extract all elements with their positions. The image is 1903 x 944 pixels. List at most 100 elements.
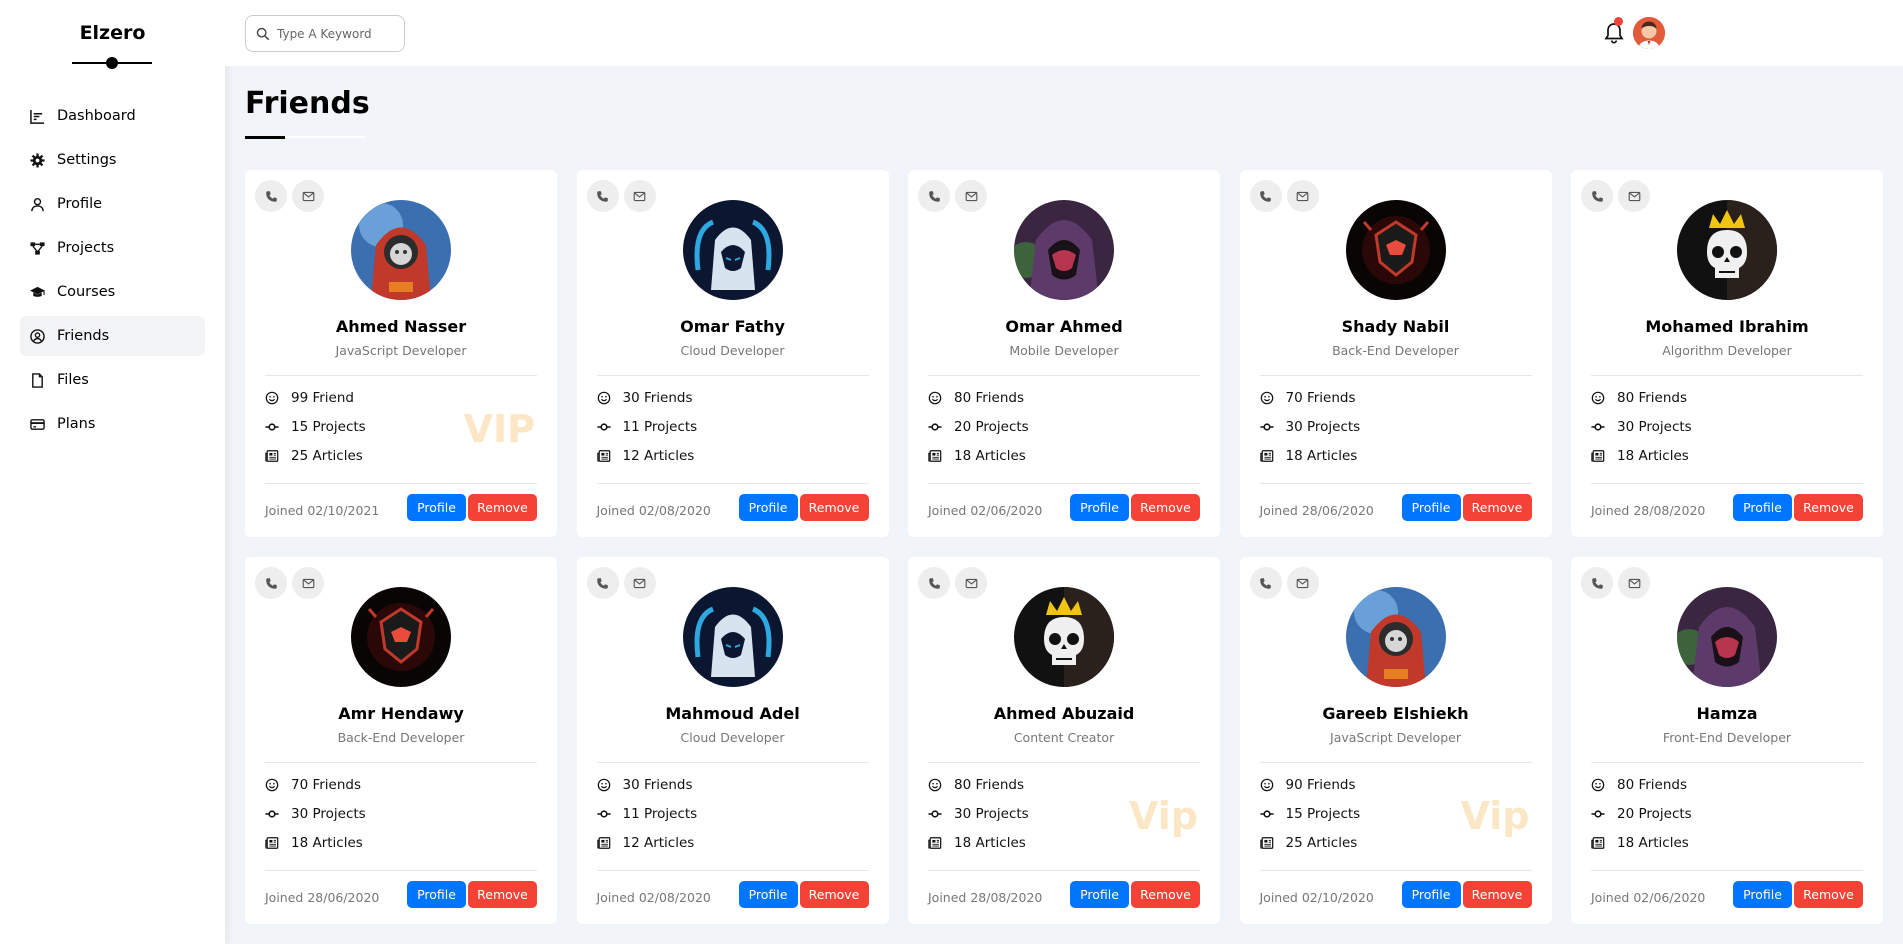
search-input[interactable]	[277, 26, 397, 41]
friend-role: JavaScript Developer	[335, 343, 467, 358]
articles-count: 18 Articles	[265, 835, 363, 851]
friend-name: Amr Hendawy	[338, 704, 464, 723]
projects-count: 15 Projects	[265, 419, 366, 435]
sidebar-item-plans[interactable]: Plans	[20, 404, 205, 444]
projects-count-text: 20 Projects	[1617, 806, 1692, 822]
friend-avatar	[1345, 200, 1446, 300]
articles-count: 12 Articles	[596, 448, 695, 464]
remove-button[interactable]: Remove	[468, 494, 537, 521]
phone-icon	[1260, 577, 1271, 589]
friends-count-text: 80 Friends	[954, 390, 1025, 406]
friend-card: Ahmed Nasser JavaScript Developer 99 Frien…	[245, 170, 557, 537]
articles-count: 18 Articles	[1591, 448, 1689, 464]
friend-card: Hamza Front-End Developer 80 Friends 20 Pro…	[1571, 557, 1883, 924]
friend-avatar	[1345, 587, 1446, 687]
divider	[1259, 870, 1532, 871]
friends-count-text: 90 Friends	[1285, 777, 1356, 793]
phone-icon	[1591, 577, 1603, 589]
profile-button[interactable]: Profile	[1733, 494, 1792, 521]
email-button[interactable]	[1618, 567, 1650, 599]
remove-button[interactable]: Remove	[799, 881, 869, 908]
page-title: Friends	[245, 86, 370, 121]
remove-button[interactable]: Remove	[799, 494, 869, 521]
email-button[interactable]	[955, 567, 987, 599]
projects-count: 15 Projects	[1259, 806, 1360, 822]
call-button[interactable]	[1581, 567, 1613, 599]
friend-name: Gareeb Elshiekh	[1322, 704, 1469, 723]
call-button[interactable]	[255, 567, 287, 599]
sidebar-item-courses[interactable]: Courses	[20, 272, 205, 312]
profile-button[interactable]: Profile	[738, 881, 798, 908]
friend-name: Omar Ahmed	[1005, 317, 1123, 336]
avatar[interactable]	[1633, 17, 1665, 49]
divider	[596, 870, 869, 871]
envelope-icon	[633, 191, 646, 201]
email-button[interactable]	[623, 180, 656, 212]
sidebar-item-settings[interactable]: Settings	[20, 140, 205, 180]
email-button[interactable]	[1618, 180, 1650, 212]
envelope-icon	[633, 578, 646, 588]
articles-count-text: 25 Articles	[291, 448, 363, 464]
remove-button[interactable]: Remove	[468, 881, 537, 908]
friend-role: Content Creator	[1013, 730, 1115, 745]
divider	[928, 483, 1200, 484]
remove-button[interactable]: Remove	[1131, 494, 1200, 521]
remove-button[interactable]: Remove	[1462, 494, 1532, 521]
sidebar-item-projects[interactable]: Projects	[20, 228, 205, 268]
sidebar-item-friends[interactable]: Friends	[20, 316, 205, 356]
profile-button[interactable]: Profile	[1401, 494, 1461, 521]
divider	[596, 375, 869, 376]
call-button[interactable]	[918, 180, 950, 212]
email-button[interactable]	[1286, 180, 1319, 212]
articles-count-text: 12 Articles	[622, 448, 695, 464]
code-commit-icon	[596, 810, 611, 818]
notification-dot	[1614, 17, 1623, 26]
call-button[interactable]	[1249, 567, 1282, 599]
email-button[interactable]	[623, 567, 656, 599]
graduation-cap-icon	[30, 286, 45, 297]
call-button[interactable]	[586, 180, 619, 212]
friend-role: Algorithm Developer	[1662, 343, 1792, 358]
projects-count: 30 Projects	[1259, 419, 1360, 435]
envelope-icon	[965, 578, 977, 588]
sidebar-item-label: Projects	[57, 240, 115, 256]
profile-button[interactable]: Profile	[407, 881, 466, 908]
profile-button[interactable]: Profile	[407, 494, 466, 521]
profile-button[interactable]: Profile	[738, 494, 798, 521]
sidebar-item-profile[interactable]: Profile	[20, 184, 205, 224]
sidebar-item-files[interactable]: Files	[20, 360, 205, 400]
phone-icon	[928, 577, 940, 589]
profile-button[interactable]: Profile	[1401, 881, 1461, 908]
profile-button[interactable]: Profile	[1070, 494, 1129, 521]
sidebar-item-dashboard[interactable]: Dashboard	[20, 96, 205, 136]
search-box[interactable]	[245, 15, 405, 52]
remove-button[interactable]: Remove	[1131, 881, 1200, 908]
call-button[interactable]	[586, 567, 619, 599]
email-button[interactable]	[955, 180, 987, 212]
newspaper-icon	[265, 837, 279, 849]
profile-button[interactable]: Profile	[1733, 881, 1792, 908]
divider	[928, 375, 1200, 376]
remove-button[interactable]: Remove	[1794, 881, 1863, 908]
call-button[interactable]	[918, 567, 950, 599]
remove-button[interactable]: Remove	[1794, 494, 1863, 521]
profile-button[interactable]: Profile	[1070, 881, 1129, 908]
call-button[interactable]	[1581, 180, 1613, 212]
friends-count-text: 70 Friends	[1285, 390, 1356, 406]
divider	[928, 870, 1200, 871]
remove-button[interactable]: Remove	[1462, 881, 1532, 908]
projects-count: 20 Projects	[1591, 806, 1692, 822]
articles-count-text: 12 Articles	[622, 835, 695, 851]
code-commit-icon	[928, 423, 942, 431]
sidebar-item-label: Files	[57, 372, 89, 388]
call-button[interactable]	[255, 180, 287, 212]
email-button[interactable]	[292, 567, 324, 599]
email-button[interactable]	[1286, 567, 1319, 599]
call-button[interactable]	[1249, 180, 1282, 212]
friend-role: Cloud Developer	[680, 730, 785, 745]
articles-count-text: 18 Articles	[954, 448, 1026, 464]
articles-count: 18 Articles	[1259, 448, 1357, 464]
email-button[interactable]	[292, 180, 324, 212]
sidebar-item-label: Courses	[57, 284, 116, 300]
sidebar-item-label: Friends	[57, 328, 110, 344]
